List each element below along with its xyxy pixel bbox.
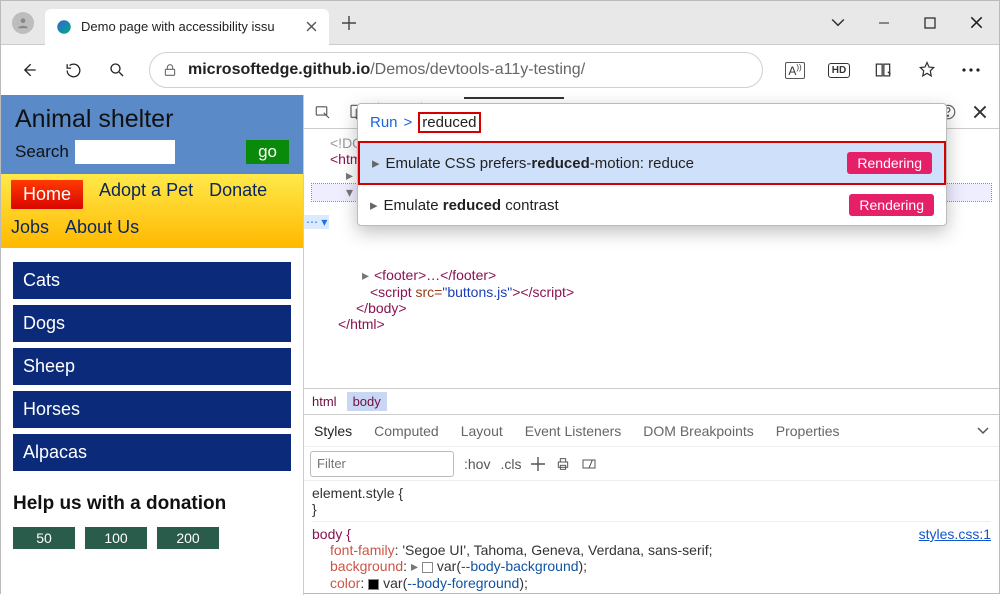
tab-title: Demo page with accessibility issu (81, 19, 295, 34)
page-banner: Animal shelter Search go (1, 95, 303, 174)
nav-donate[interactable]: Donate (209, 180, 267, 209)
tab-actions-button[interactable] (815, 1, 861, 45)
command-menu: Run > reduced ▸ Emulate CSS prefers-reduc… (357, 103, 947, 226)
selected-indicator: ⋯ ▾ (304, 215, 329, 229)
tab-computed[interactable]: Computed (374, 423, 439, 439)
category-cats[interactable]: Cats (13, 262, 291, 299)
donate-200[interactable]: 200 (157, 527, 219, 549)
run-query: reduced (418, 112, 480, 133)
nav-adopt[interactable]: Adopt a Pet (99, 180, 193, 209)
breadcrumb: html body (304, 388, 999, 414)
tab-dom-breakpoints[interactable]: DOM Breakpoints (643, 423, 753, 439)
minimize-button[interactable] (861, 1, 907, 45)
browser-tab[interactable]: Demo page with accessibility issu (45, 9, 329, 45)
reading-list-button[interactable] (863, 50, 903, 90)
search-button[interactable] (97, 50, 137, 90)
maximize-button[interactable] (907, 1, 953, 45)
run-label: Run (370, 114, 398, 131)
option-tag: Rendering (847, 152, 932, 174)
styles-filter-bar: :hov .cls (304, 446, 999, 480)
hd-button[interactable]: HD (819, 50, 859, 90)
page-title: Animal shelter (15, 105, 289, 134)
tab-event-listeners[interactable]: Event Listeners (525, 423, 622, 439)
demo-page: Animal shelter Search go Home Adopt a Pe… (1, 95, 303, 595)
category-dogs[interactable]: Dogs (13, 305, 291, 342)
print-icon[interactable] (555, 456, 571, 472)
avatar-icon (12, 12, 34, 34)
new-rule-button[interactable] (531, 457, 545, 471)
close-devtools-icon[interactable] (967, 99, 993, 125)
styles-pane[interactable]: element.style { } styles.css:1 body { fo… (304, 480, 999, 595)
page-nav: Home Adopt a Pet Donate Jobs About Us (1, 174, 303, 248)
donate-100[interactable]: 100 (85, 527, 147, 549)
search-label: Search (15, 142, 69, 162)
option-tag: Rendering (849, 194, 934, 216)
address-bar[interactable]: microsoftedge.github.io/Demos/devtools-a… (149, 52, 763, 88)
tab-styles[interactable]: Styles (314, 423, 352, 439)
tab-layout[interactable]: Layout (461, 423, 503, 439)
breadcrumb-html[interactable]: html (312, 394, 337, 409)
edge-favicon (55, 18, 73, 36)
toolbar: microsoftedge.github.io/Demos/devtools-a… (1, 45, 999, 95)
rule-selector: body { (312, 526, 351, 542)
chevron-down-icon[interactable] (977, 425, 989, 437)
nav-about[interactable]: About Us (65, 217, 139, 238)
go-button[interactable]: go (246, 140, 289, 164)
inspect-icon[interactable] (310, 99, 336, 125)
search-input[interactable] (75, 140, 175, 164)
close-window-button[interactable] (953, 1, 999, 45)
profile-button[interactable] (1, 1, 45, 45)
donate-50[interactable]: 50 (13, 527, 75, 549)
flex-icon[interactable] (581, 456, 597, 472)
command-option-1[interactable]: ▸ Emulate CSS prefers-reduced-motion: re… (358, 141, 946, 185)
run-prompt: > (404, 114, 413, 131)
favorite-button[interactable] (907, 50, 947, 90)
element-style: element.style { (312, 485, 991, 501)
refresh-button[interactable] (53, 50, 93, 90)
close-tab-icon[interactable] (303, 19, 319, 35)
url-text: microsoftedge.github.io/Demos/devtools-a… (188, 61, 585, 79)
category-alpacas[interactable]: Alpacas (13, 434, 291, 471)
menu-button[interactable] (951, 50, 991, 90)
tab-properties[interactable]: Properties (776, 423, 840, 439)
breadcrumb-body[interactable]: body (347, 392, 387, 411)
source-link[interactable]: styles.css:1 (919, 526, 991, 542)
hov-toggle[interactable]: :hov (464, 456, 490, 472)
category-horses[interactable]: Horses (13, 391, 291, 428)
command-option-2[interactable]: ▸ Emulate reduced contrast Rendering (358, 185, 946, 225)
donate-heading: Help us with a donation (13, 493, 291, 515)
styles-tabbar: Styles Computed Layout Event Listeners D… (304, 414, 999, 446)
read-aloud-button[interactable]: A)) (775, 50, 815, 90)
filter-input[interactable] (310, 451, 454, 477)
nav-home[interactable]: Home (11, 180, 83, 209)
category-sheep[interactable]: Sheep (13, 348, 291, 385)
new-tab-button[interactable] (329, 16, 369, 30)
command-input-row[interactable]: Run > reduced (358, 104, 946, 141)
back-button[interactable] (9, 50, 49, 90)
titlebar: Demo page with accessibility issu (1, 1, 999, 45)
cls-toggle[interactable]: .cls (500, 456, 521, 472)
lock-icon (162, 62, 178, 78)
nav-jobs[interactable]: Jobs (11, 217, 49, 238)
